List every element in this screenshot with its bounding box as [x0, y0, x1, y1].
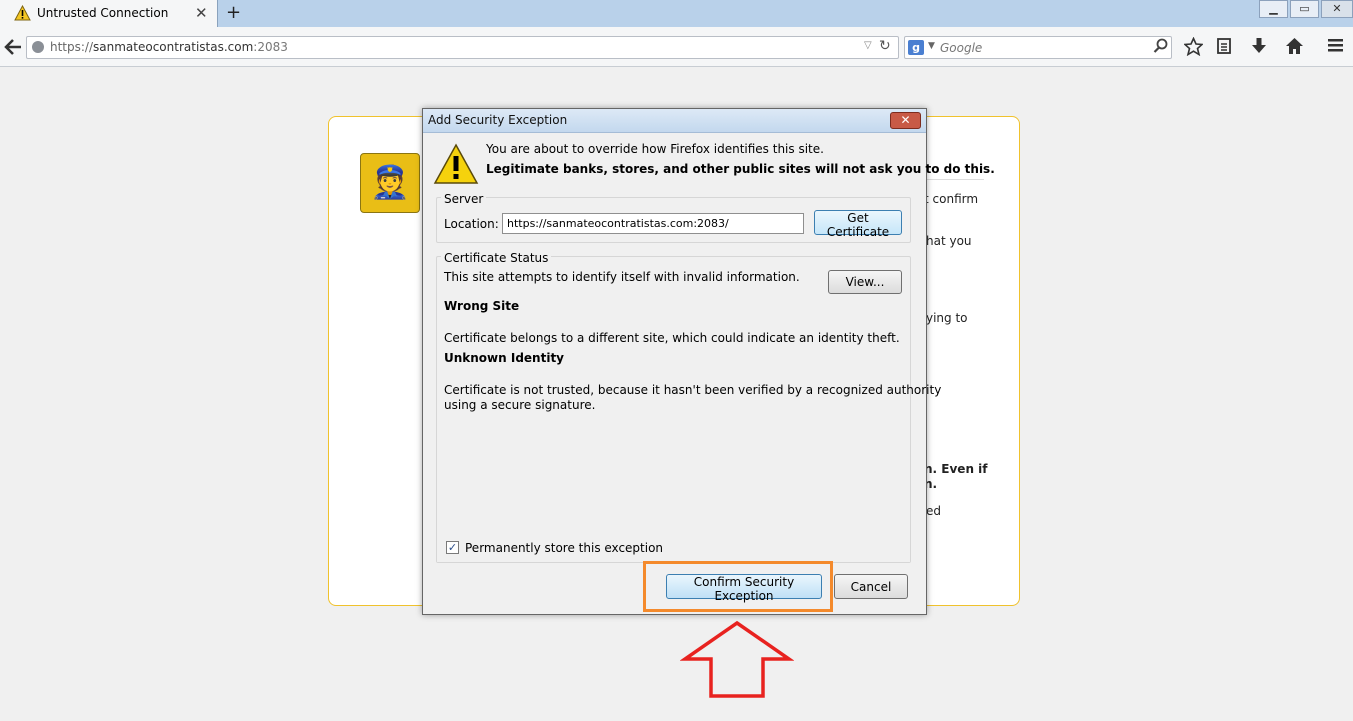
- url-history-dropdown-icon[interactable]: ▽: [864, 40, 872, 51]
- background-text-fragment: hat you: [926, 234, 972, 248]
- menu-icon[interactable]: [1327, 37, 1344, 53]
- wrong-site-heading: Wrong Site: [444, 299, 520, 313]
- maximize-button[interactable]: ▭: [1290, 0, 1319, 18]
- search-icon[interactable]: [1153, 38, 1169, 54]
- url-text[interactable]: https://sanmateocontratistas.com:2083: [50, 40, 288, 54]
- get-certificate-button[interactable]: Get Certificate: [814, 210, 902, 239]
- up-arrow-annotation: [680, 620, 794, 698]
- highlight-box: [643, 561, 833, 612]
- permanent-store-checkbox[interactable]: ✓: [446, 541, 459, 554]
- cancel-button[interactable]: Cancel: [834, 574, 908, 599]
- reading-list-icon[interactable]: [1216, 37, 1232, 55]
- unknown-identity-text: using a secure signature.: [444, 398, 596, 412]
- back-icon[interactable]: [2, 36, 24, 58]
- override-message: You are about to override how Firefox id…: [486, 142, 824, 156]
- dialog-title: Add Security Exception: [428, 113, 568, 127]
- tab-title: Untrusted Connection: [37, 6, 169, 20]
- tab-close-icon[interactable]: ✕: [195, 4, 208, 22]
- search-placeholder[interactable]: Google: [940, 41, 982, 55]
- warning-icon: [433, 143, 479, 184]
- location-input[interactable]: [502, 213, 804, 234]
- globe-icon: [32, 41, 44, 53]
- security-officer-icon: 👮: [360, 153, 420, 213]
- new-tab-icon[interactable]: +: [226, 2, 241, 23]
- minimize-button[interactable]: ▁: [1259, 0, 1288, 18]
- legitimate-sites-warning: Legitimate banks, stores, and other publ…: [486, 162, 995, 176]
- wrong-site-text: Certificate belongs to a different site,…: [444, 331, 900, 345]
- download-icon[interactable]: [1251, 37, 1267, 55]
- window-close-button[interactable]: ✕: [1321, 0, 1353, 18]
- warning-icon: [14, 5, 31, 21]
- server-group-label: Server: [441, 192, 487, 206]
- reload-icon[interactable]: ↻: [879, 38, 891, 54]
- background-text-fragment: t confirm: [924, 192, 979, 206]
- background-text-fragment: ying to: [926, 311, 968, 325]
- error-page-divider: [926, 179, 984, 180]
- home-icon[interactable]: [1285, 37, 1304, 55]
- unknown-identity-text: Certificate is not trusted, because it h…: [444, 383, 942, 397]
- certificate-status-label: Certificate Status: [441, 251, 552, 265]
- background-text-fragment: ed: [926, 504, 941, 518]
- search-engine-dropdown-icon[interactable]: ▼: [928, 41, 935, 51]
- view-certificate-button[interactable]: View...: [828, 270, 902, 294]
- location-label: Location:: [444, 217, 499, 231]
- background-text-fragment: n. Even if: [924, 462, 988, 476]
- dialog-close-button[interactable]: ✕: [890, 112, 921, 129]
- unknown-identity-heading: Unknown Identity: [444, 351, 565, 365]
- status-intro-text: This site attempts to identify itself wi…: [444, 270, 800, 284]
- bookmark-star-icon[interactable]: [1184, 37, 1203, 56]
- permanent-store-label[interactable]: Permanently store this exception: [465, 541, 663, 555]
- search-engine-icon[interactable]: g: [908, 40, 924, 55]
